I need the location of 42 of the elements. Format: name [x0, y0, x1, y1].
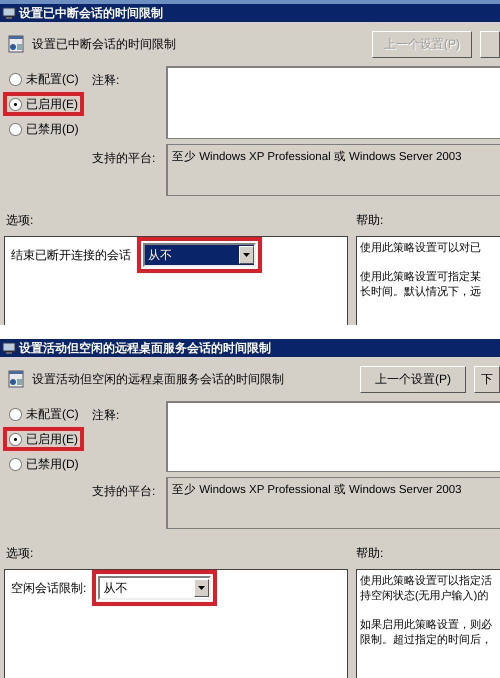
platform-label: 支持的平台: — [92, 483, 156, 500]
help-text: 如果启用此策略设置，则必 — [360, 618, 493, 633]
comment-field[interactable] — [166, 66, 500, 139]
next-setting-button[interactable] — [480, 30, 500, 58]
radio-option[interactable]: 未配置(C) — [4, 68, 84, 90]
help-text: 使用此策略设置可以指定活 — [360, 574, 493, 589]
radio-option[interactable]: 已禁用(D) — [4, 118, 84, 140]
help-text: 长时间。默认情况下，远 — [360, 285, 482, 300]
previous-setting-button[interactable]: 上一个设置(P) — [360, 366, 466, 392]
options-label: 选项: — [6, 212, 34, 229]
policy-icon — [8, 370, 24, 388]
help-label: 帮助: — [356, 545, 384, 562]
window-title: 设置已中断会话的时间限制 — [19, 4, 163, 22]
timeout-dropdown[interactable]: 从不 — [143, 243, 256, 267]
option-label: 空闲会话限制: — [11, 580, 86, 597]
setting-heading: 设置已中断会话的时间限制 — [32, 36, 177, 52]
setting-heading: 设置活动但空闲的远程桌面服务会话的时间限制 — [32, 370, 285, 388]
dropdown-arrow-icon — [243, 253, 250, 257]
help-label: 帮助: — [356, 212, 384, 229]
radio-option[interactable]: 未配置(C) — [4, 403, 84, 425]
comment-label: 注释: — [92, 72, 120, 89]
next-setting-button[interactable]: 下 — [474, 366, 500, 392]
radio-option[interactable]: 已启用(E) — [4, 428, 83, 450]
options-label: 选项: — [6, 545, 34, 562]
option-label: 结束已断开连接的会话 — [11, 247, 131, 264]
radio-option[interactable]: 已禁用(D) — [4, 453, 84, 475]
dropdown-arrow-icon — [198, 586, 206, 590]
platform-field: 至少 Windows XP Professional 或 Windows Server 2003 — [166, 144, 500, 196]
platform-label: 支持的平台: — [92, 150, 156, 167]
policy-icon — [8, 35, 24, 53]
computer-icon — [2, 342, 16, 354]
comment-field[interactable] — [166, 401, 500, 472]
comment-label: 注释: — [92, 407, 120, 424]
radio-option[interactable]: 已启用(E) — [4, 93, 83, 115]
computer-icon — [2, 6, 16, 20]
platform-field: 至少 Windows XP Professional 或 Windows Server 2003 — [166, 477, 500, 529]
help-text: 限制。超过指定的时间后， — [360, 633, 493, 648]
help-text: 使用此策略设置可以对已 — [360, 241, 482, 256]
help-text: 持空闲状态(无用户输入)的 — [360, 589, 490, 604]
window-title: 设置活动但空闲的远程桌面服务会话的时间限制 — [19, 340, 271, 356]
timeout-dropdown[interactable]: 从不 — [98, 576, 212, 600]
help-text: 使用此策略设置可指定某 — [360, 270, 482, 285]
